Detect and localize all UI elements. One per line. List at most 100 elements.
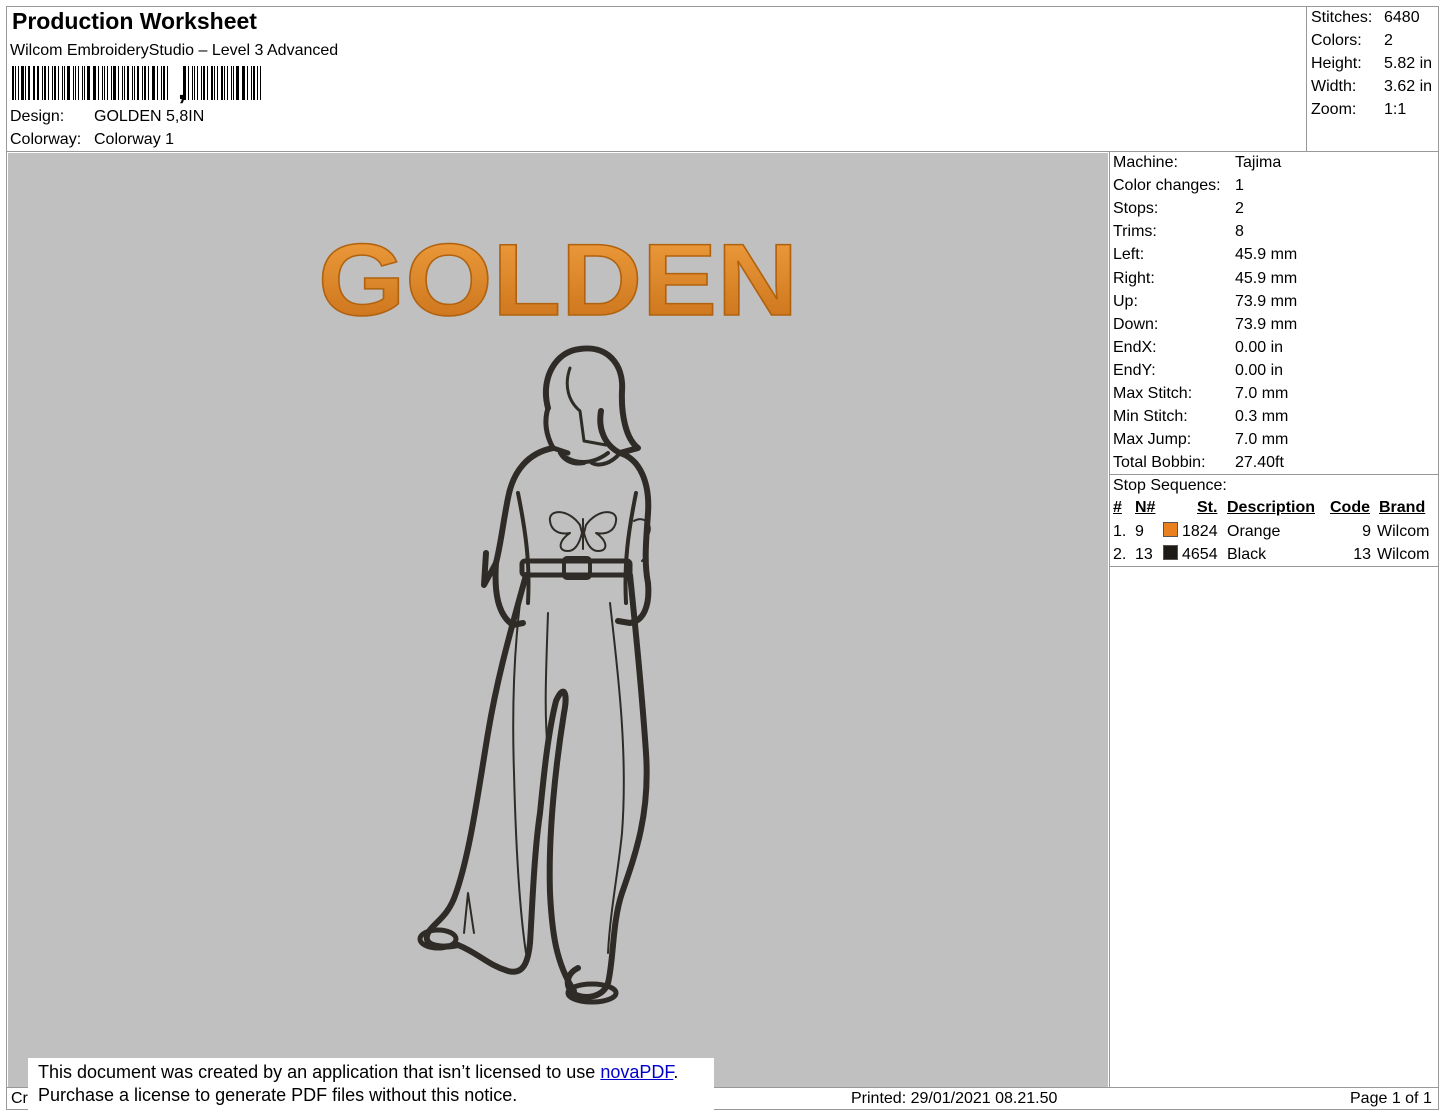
col-code: Code	[1330, 499, 1370, 516]
barcode-bar	[167, 66, 169, 100]
col-st: St.	[1197, 499, 1218, 516]
machine-info-value: 0.00 in	[1235, 361, 1284, 379]
barcode-bar	[247, 66, 248, 100]
barcode-bar	[32, 66, 34, 100]
barcode-bar	[72, 66, 74, 100]
machine-info-value: 7.0 mm	[1235, 431, 1289, 449]
barcode-bar	[162, 66, 166, 100]
header-divider	[6, 151, 1439, 152]
barcode-bar	[101, 66, 103, 100]
machine-info-label: Up:	[1113, 292, 1138, 310]
design-label: Design:	[10, 108, 65, 125]
barcode-bar	[84, 66, 85, 100]
stop-num: 1.	[1113, 523, 1127, 540]
stop-brand: Wilcom	[1377, 546, 1430, 563]
stop-sequence-title: Stop Sequence:	[1113, 477, 1227, 494]
machine-info-label: EndX:	[1113, 338, 1157, 356]
barcode-bar	[231, 66, 233, 100]
figure-outline	[417, 345, 652, 1005]
barcode-bar	[142, 66, 144, 100]
barcode-bar	[243, 66, 246, 100]
barcode-bar	[86, 66, 90, 100]
license-notice: This document was created by an applicat…	[28, 1058, 714, 1116]
machine-info-value: 45.9 mm	[1235, 246, 1298, 264]
colorway-value: Colorway 1	[94, 131, 175, 148]
color-swatch	[1163, 522, 1178, 537]
barcode-bar	[144, 66, 146, 100]
printed-timestamp: Printed: 29/01/2021 08.21.50	[851, 1090, 1058, 1107]
notice-period: .	[673, 1062, 679, 1082]
barcode-bar	[226, 66, 229, 100]
machine-info-label: Max Stitch:	[1113, 385, 1193, 402]
barcode-bar	[252, 66, 255, 100]
barcode-bar	[113, 66, 116, 100]
summary-label: Width:	[1311, 78, 1357, 95]
machine-info-label: Min Stitch:	[1113, 408, 1188, 426]
barcode-bar	[193, 66, 196, 100]
barcode-bar	[197, 66, 199, 100]
barcode-bar	[48, 66, 50, 100]
barcode-bar	[214, 66, 216, 100]
barcode-bar	[220, 66, 223, 100]
summary-value: 5.82 in	[1384, 55, 1433, 72]
machine-info-value: 73.9 mm	[1235, 292, 1298, 310]
barcode-bar	[153, 66, 156, 100]
barcode-bar	[82, 66, 84, 100]
col-description: Description	[1227, 499, 1316, 516]
barcode-bar	[52, 66, 54, 100]
barcode-bar	[250, 66, 252, 100]
barcode-bar	[74, 66, 76, 100]
barcode-bar	[14, 66, 16, 100]
notice-line2: Purchase a license to generate PDF files…	[38, 1085, 518, 1105]
barcode-bar	[210, 66, 214, 100]
stop-thread-code: 1824	[1182, 523, 1218, 540]
col-num: #	[1113, 499, 1122, 516]
stop-divider-bottom	[1109, 566, 1439, 567]
stop-divider-top	[1109, 474, 1439, 475]
barcode-bar	[147, 66, 149, 100]
color-swatch	[1163, 545, 1178, 560]
stop-brand: Wilcom	[1377, 523, 1430, 540]
machine-info-label: Down:	[1113, 315, 1159, 333]
barcode-bar	[256, 66, 258, 100]
frame-right	[1438, 6, 1439, 1110]
summary-label: Stitches:	[1311, 9, 1373, 26]
barcode-bar	[174, 66, 175, 100]
design-preview: GOLDEN	[317, 222, 799, 1005]
stop-code: 9	[1362, 523, 1371, 540]
barcode-bar	[233, 66, 234, 100]
summary-label: Zoom:	[1311, 101, 1357, 118]
barcode-bar	[37, 66, 39, 100]
summary-value: 6480	[1384, 9, 1420, 26]
barcode-bar	[223, 66, 225, 100]
colorway-label: Colorway:	[10, 131, 82, 148]
stop-needle: 13	[1135, 546, 1153, 563]
barcode-bar	[98, 66, 99, 100]
barcode-bar	[161, 66, 162, 100]
summary-label: Colors:	[1311, 32, 1362, 49]
golden-embroidery-text: GOLDEN	[318, 223, 798, 337]
barcode-bar	[77, 66, 80, 100]
novapdf-link[interactable]: novaPDF	[600, 1062, 673, 1082]
barcode-bar	[17, 66, 19, 100]
barcode-bar	[171, 66, 173, 100]
barcode-bar	[151, 66, 153, 100]
barcode	[12, 66, 262, 100]
barcode-bar	[111, 66, 113, 100]
summary-value: 2	[1384, 32, 1393, 49]
notice-line1: This document was created by an applicat…	[38, 1062, 601, 1082]
software-name: Wilcom EmbroideryStudio – Level 3 Advanc…	[10, 42, 339, 59]
barcode-bar	[124, 66, 126, 100]
machine-info-value: 45.9 mm	[1235, 269, 1298, 287]
machine-info-value: 1	[1235, 177, 1244, 195]
barcode-bar	[54, 66, 56, 100]
stop-num: 2.	[1113, 546, 1127, 563]
machine-info-label: Stops:	[1113, 200, 1159, 218]
machine-info-value: 0.00 in	[1235, 338, 1284, 356]
barcode-bar	[127, 66, 129, 100]
machine-info-value: Tajima	[1235, 154, 1282, 171]
page-title: Production Worksheet	[12, 8, 257, 34]
barcode-bar	[122, 66, 124, 100]
info-divider	[1109, 151, 1110, 1087]
summary-divider	[1306, 6, 1307, 152]
